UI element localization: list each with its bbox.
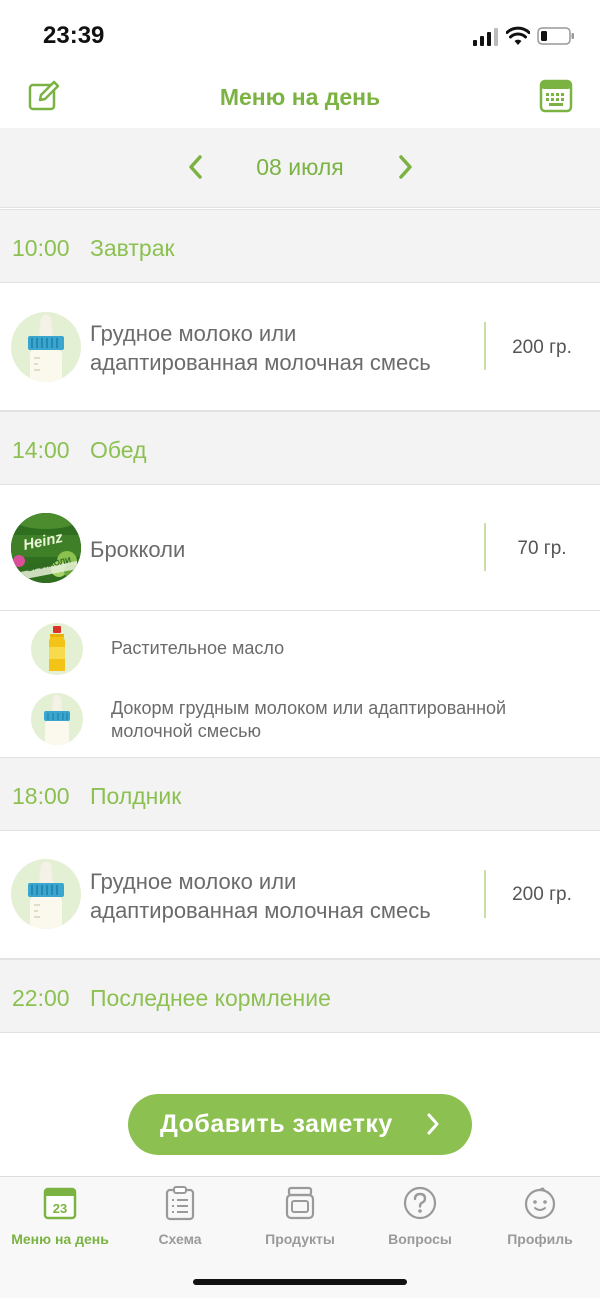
meal-title: Последнее кормление: [90, 985, 331, 1011]
item-name-line1: Грудное молоко или: [90, 869, 297, 894]
subitem-name-line1: Докорм грудным молоком или адаптированно…: [111, 698, 507, 718]
baby-bottle-icon: [31, 693, 83, 745]
tab-label: Профиль: [507, 1231, 573, 1247]
tab-profile[interactable]: Профиль: [480, 1185, 600, 1255]
meal-section-lunch: 14:00 Обед: [0, 411, 600, 485]
meal-section-snack: 18:00 Полдник: [0, 757, 600, 831]
meal-time: 18:00: [12, 783, 70, 809]
broccoli-jar-icon: Heinz БРОККОЛИ: [11, 513, 81, 583]
oil-bottle-icon: [31, 623, 83, 675]
page-title: Меню на день: [219, 84, 381, 110]
item-name-line1: Грудное молоко или: [90, 321, 297, 346]
item-name-line2: адаптированная молочная смесь: [90, 898, 431, 923]
item-name: Грудное молоко или адаптированная молочн…: [90, 319, 431, 377]
chevron-right-icon: [427, 1113, 439, 1135]
jar-icon: [285, 1186, 315, 1220]
meal-title: Завтрак: [90, 235, 175, 261]
clipboard-icon: [165, 1186, 195, 1221]
meal-subitems: Растительное масло Докорм грудным молоко…: [0, 611, 600, 756]
tab-label: Меню на день: [11, 1231, 109, 1247]
tab-label: Вопросы: [388, 1231, 452, 1247]
meal-section-last-feeding: 22:00 Последнее кормление: [0, 959, 600, 1033]
add-note-label: Добавить заметку: [160, 1110, 393, 1138]
current-date[interactable]: 08 июля: [0, 154, 600, 181]
meal-section-breakfast: 10:00 Завтрак: [0, 209, 600, 283]
battery-icon: [537, 27, 574, 45]
item-name: Грудное молоко или адаптированная молочн…: [90, 867, 431, 925]
meal-time: 14:00: [12, 437, 70, 463]
baby-face-icon: [524, 1187, 556, 1220]
item-quantity: 200 гр.: [512, 884, 572, 905]
tab-label: Схема: [158, 1231, 202, 1247]
tab-label: Продукты: [265, 1231, 335, 1247]
meal-title: Полдник: [90, 783, 182, 809]
divider: [484, 322, 486, 370]
meal-time: 22:00: [12, 985, 70, 1011]
divider: [484, 523, 486, 571]
meal-item[interactable]: Грудное молоко или адаптированная молочн…: [0, 831, 600, 959]
date-selector: 08 июля: [0, 128, 600, 208]
tab-menu-of-day[interactable]: 23 Меню на день: [0, 1185, 120, 1255]
calendar-badge: 23: [53, 1201, 67, 1216]
question-icon: [403, 1186, 437, 1220]
meal-item[interactable]: Грудное молоко или адаптированная молочн…: [0, 283, 600, 411]
subitem-name: Растительное масло: [111, 638, 285, 658]
keyboard-icon[interactable]: [538, 78, 574, 114]
item-name-line2: адаптированная молочная смесь: [90, 350, 431, 375]
baby-bottle-icon: [11, 859, 81, 929]
meal-item[interactable]: Heinz БРОККОЛИ Брокколи 70 гр.: [0, 485, 600, 611]
tab-questions[interactable]: Вопросы: [360, 1185, 480, 1255]
meal-title: Обед: [90, 437, 147, 463]
item-name: Брокколи: [90, 537, 186, 562]
home-indicator: [193, 1279, 407, 1285]
tab-products[interactable]: Продукты: [240, 1185, 360, 1255]
add-note-button[interactable]: Добавить заметку: [128, 1094, 472, 1155]
baby-bottle-icon: [11, 312, 81, 382]
status-bar: 23:39: [0, 0, 600, 68]
calendar-icon: 23: [43, 1187, 77, 1220]
subitem-name-line2: молочной смесью: [111, 721, 261, 741]
tab-scheme[interactable]: Схема: [120, 1185, 240, 1255]
meal-time: 10:00: [12, 235, 70, 261]
item-quantity: 200 гр.: [512, 337, 572, 358]
item-quantity: 70 гр.: [517, 538, 567, 559]
wifi-icon: [506, 26, 530, 45]
chevron-right-icon[interactable]: [392, 152, 418, 182]
nav-bar: Меню на день: [0, 68, 600, 128]
cellular-signal-icon: [473, 28, 498, 46]
subitem-name: Докорм грудным молоком или адаптированно…: [111, 697, 506, 743]
divider: [484, 870, 486, 918]
status-time: 23:39: [43, 22, 105, 49]
